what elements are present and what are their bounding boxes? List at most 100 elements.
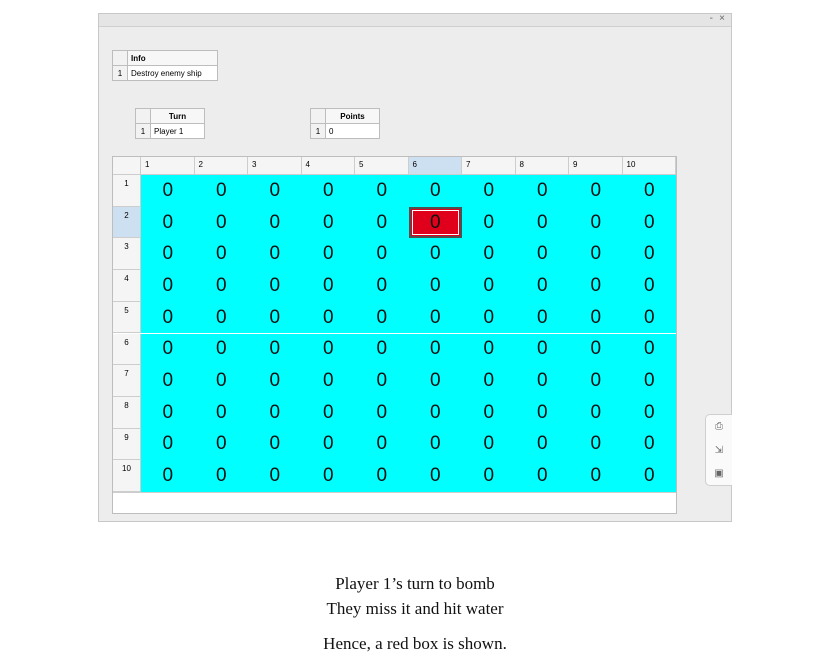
board-cell[interactable]: 0 [622, 365, 676, 397]
column-header[interactable]: 2 [194, 157, 248, 175]
row-header[interactable]: 7 [113, 365, 141, 397]
column-header[interactable]: 5 [355, 157, 409, 175]
board-cell[interactable]: 0 [515, 175, 569, 207]
board-cell[interactable]: 0 [462, 428, 516, 461]
board-cell[interactable]: 0 [515, 270, 569, 302]
board-cell[interactable]: 0 [355, 365, 409, 397]
board-cell[interactable]: 0 [408, 396, 462, 429]
board-cell[interactable]: 0 [408, 238, 462, 271]
board-cell[interactable]: 0 [355, 428, 409, 461]
row-header[interactable]: 1 [113, 175, 141, 207]
minimize-icon[interactable]: - [710, 13, 713, 25]
column-header[interactable]: 1 [141, 157, 195, 175]
board-cell[interactable]: 0 [248, 175, 302, 207]
board-cell[interactable]: 0 [141, 301, 195, 334]
board-cell[interactable]: 0 [248, 333, 302, 366]
board-cell[interactable]: 0 [301, 301, 355, 334]
board-cell[interactable]: 0 [141, 460, 195, 492]
board-cell-hit[interactable]: 0 [408, 206, 462, 239]
board-cell[interactable]: 0 [141, 238, 195, 271]
board-cell[interactable]: 0 [194, 428, 248, 461]
board-cell[interactable]: 0 [515, 460, 569, 492]
board-cell[interactable]: 0 [515, 428, 569, 461]
board-cell[interactable]: 0 [301, 206, 355, 239]
board-cell[interactable]: 0 [248, 428, 302, 461]
board-cell[interactable]: 0 [515, 206, 569, 239]
column-header[interactable]: 8 [515, 157, 569, 175]
board-cell[interactable]: 0 [301, 365, 355, 397]
board-cell[interactable]: 0 [569, 238, 623, 271]
board-cell[interactable]: 0 [569, 365, 623, 397]
layout-icon[interactable]: ▣ [713, 468, 725, 480]
board-cell[interactable]: 0 [141, 365, 195, 397]
row-header[interactable]: 4 [113, 270, 141, 302]
board-cell[interactable]: 0 [408, 333, 462, 366]
board-cell[interactable]: 0 [355, 333, 409, 366]
board-cell[interactable]: 0 [622, 238, 676, 271]
board-cell[interactable]: 0 [408, 460, 462, 492]
points-value[interactable]: 0 [325, 123, 380, 139]
board-cell[interactable]: 0 [408, 428, 462, 461]
board-cell[interactable]: 0 [569, 301, 623, 334]
board-cell[interactable]: 0 [515, 238, 569, 271]
board-cell[interactable]: 0 [462, 333, 516, 366]
row-header[interactable]: 8 [113, 396, 141, 429]
board-cell[interactable]: 0 [248, 301, 302, 334]
board-cell[interactable]: 0 [194, 206, 248, 239]
board-cell[interactable]: 0 [408, 301, 462, 334]
board-cell[interactable]: 0 [622, 175, 676, 207]
board-cell[interactable]: 0 [569, 460, 623, 492]
board-cell[interactable]: 0 [301, 238, 355, 271]
board-cell[interactable]: 0 [569, 428, 623, 461]
column-header[interactable]: 7 [462, 157, 516, 175]
board-cell[interactable]: 0 [622, 270, 676, 302]
board-cell[interactable]: 0 [355, 460, 409, 492]
board-cell[interactable]: 0 [301, 175, 355, 207]
board-cell[interactable]: 0 [355, 238, 409, 271]
board-cell[interactable]: 0 [141, 206, 195, 239]
board-cell[interactable]: 0 [301, 270, 355, 302]
board-cell[interactable]: 0 [569, 206, 623, 239]
row-header[interactable]: 9 [113, 428, 141, 461]
board-cell[interactable]: 0 [569, 270, 623, 302]
board-cell[interactable]: 0 [248, 238, 302, 271]
board-cell[interactable]: 0 [622, 396, 676, 429]
board-cell[interactable]: 0 [141, 396, 195, 429]
board-cell[interactable]: 0 [248, 460, 302, 492]
board-cell[interactable]: 0 [248, 270, 302, 302]
close-icon[interactable]: × [719, 13, 725, 25]
board-cell[interactable]: 0 [194, 270, 248, 302]
board-cell[interactable]: 0 [462, 175, 516, 207]
board-cell[interactable]: 0 [462, 396, 516, 429]
board-cell[interactable]: 0 [355, 301, 409, 334]
board-cell[interactable]: 0 [622, 460, 676, 492]
column-header[interactable]: 10 [622, 157, 676, 175]
board-cell[interactable]: 0 [355, 270, 409, 302]
board-cell[interactable]: 0 [462, 238, 516, 271]
board-cell[interactable]: 0 [194, 365, 248, 397]
board-cell[interactable]: 0 [301, 460, 355, 492]
board-cell[interactable]: 0 [355, 175, 409, 207]
board-cell[interactable]: 0 [194, 333, 248, 366]
board-cell[interactable]: 0 [248, 396, 302, 429]
board-cell[interactable]: 0 [141, 333, 195, 366]
board-cell[interactable]: 0 [194, 238, 248, 271]
row-header[interactable]: 5 [113, 301, 141, 334]
board-cell[interactable]: 0 [194, 396, 248, 429]
board-cell[interactable]: 0 [141, 428, 195, 461]
board-cell[interactable]: 0 [248, 206, 302, 239]
board-cell[interactable]: 0 [569, 396, 623, 429]
row-header[interactable]: 10 [113, 460, 141, 492]
board-cell[interactable]: 0 [569, 333, 623, 366]
board-cell[interactable]: 0 [515, 396, 569, 429]
board-cell[interactable]: 0 [141, 270, 195, 302]
board-cell[interactable]: 0 [515, 365, 569, 397]
export-icon[interactable]: ⇲ [713, 445, 725, 457]
board-cell[interactable]: 0 [515, 333, 569, 366]
print-icon[interactable]: ⎙ [713, 421, 725, 433]
board-cell[interactable]: 0 [462, 365, 516, 397]
board-cell[interactable]: 0 [622, 333, 676, 366]
board-cell[interactable]: 0 [355, 396, 409, 429]
board-cell[interactable]: 0 [248, 365, 302, 397]
info-value[interactable]: Destroy enemy ship [127, 65, 218, 81]
